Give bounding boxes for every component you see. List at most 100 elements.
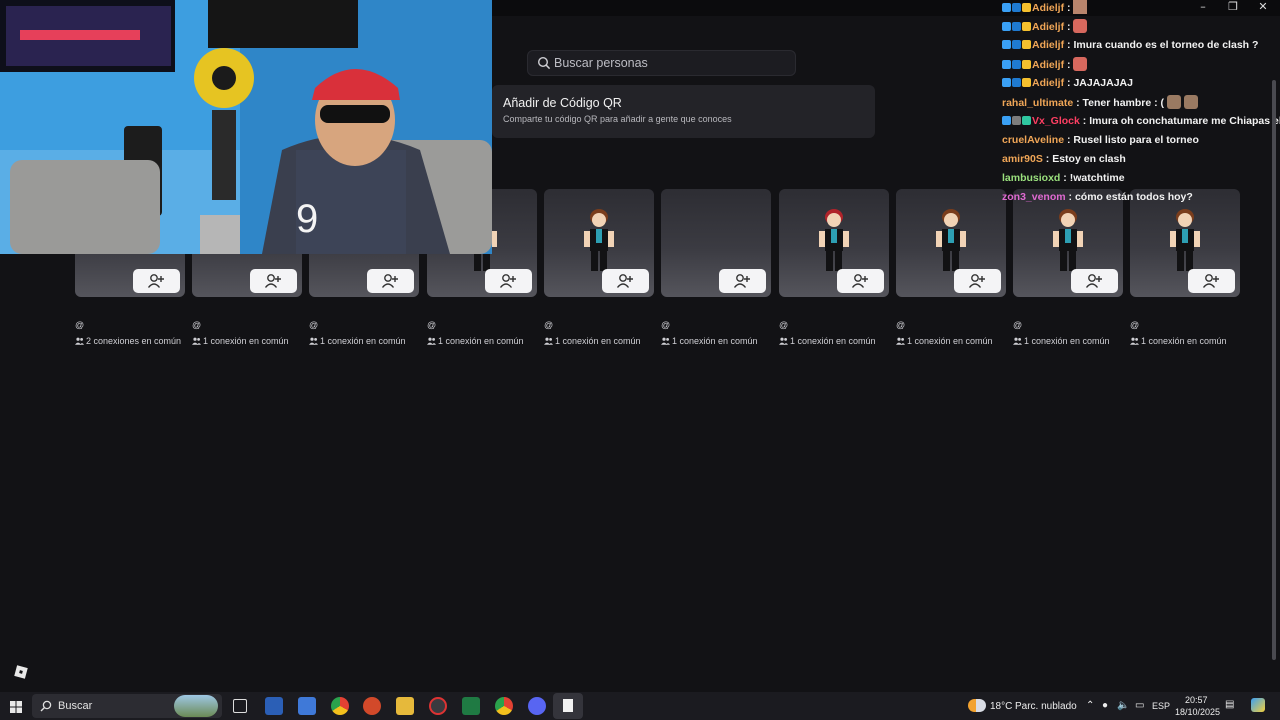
chat-badge-icon (1002, 60, 1011, 69)
roblox-logo-icon[interactable] (14, 665, 28, 679)
chat-username[interactable]: Adieljf (1032, 59, 1064, 71)
add-friend-button[interactable] (133, 269, 180, 293)
battery-icon[interactable]: ▭ (1135, 700, 1144, 711)
mutual-connections: 1 conexión en común (779, 336, 876, 346)
add-user-icon (616, 274, 633, 288)
volume-icon[interactable]: 🔈 (1117, 700, 1129, 711)
person-handle[interactable]: @ (309, 320, 318, 330)
chat-username[interactable]: Vx_Glock (1032, 115, 1080, 127)
chat-username[interactable]: Adieljf (1032, 77, 1064, 89)
person-card[interactable] (1013, 189, 1123, 297)
person-handle[interactable]: @ (1013, 320, 1022, 330)
chat-text: !watchtime (1069, 172, 1125, 184)
speedometer-app-icon[interactable] (429, 697, 447, 715)
chat-username[interactable]: lambusioxd (1002, 172, 1060, 184)
chat-badge-icon (1022, 78, 1031, 87)
weather-icon (968, 699, 986, 712)
add-friend-button[interactable] (954, 269, 1001, 293)
person-card[interactable] (896, 189, 1006, 297)
powerpoint-icon[interactable] (363, 697, 381, 715)
chat-message: Adieljf : JAJAJAJAJ (1002, 76, 1133, 94)
search-icon (537, 56, 551, 70)
avatar (936, 209, 966, 271)
tray-chevron-up-icon[interactable]: ⌃ (1086, 700, 1094, 711)
person-handle[interactable]: @ (427, 320, 436, 330)
search-input[interactable]: Buscar personas (527, 50, 796, 76)
add-friend-button[interactable] (1071, 269, 1118, 293)
person-handle[interactable]: @ (896, 320, 905, 330)
add-friend-button[interactable] (367, 269, 414, 293)
person-card[interactable] (661, 189, 771, 297)
chat-message: Adieljf : Imura cuando es el torneo de c… (1002, 38, 1258, 56)
chrome-icon[interactable] (331, 697, 349, 715)
add-user-icon (381, 274, 398, 288)
chat-username[interactable]: rahal_ultimate (1002, 97, 1073, 109)
avatar (1053, 209, 1083, 271)
chat-username[interactable]: Adieljf (1032, 2, 1064, 14)
chat-username[interactable]: Adieljf (1032, 21, 1064, 33)
file-explorer-icon[interactable] (396, 697, 414, 715)
person-handle[interactable]: @ (75, 320, 84, 330)
widgets-icon[interactable] (1251, 698, 1265, 712)
clock-date[interactable]: 18/10/2025 (1175, 707, 1220, 717)
avatar (584, 209, 614, 271)
qr-add-card[interactable]: Añadir de Código QR Comparte tu código Q… (492, 85, 875, 138)
mutual-connections: 1 conexión en común (896, 336, 993, 346)
add-user-icon (968, 274, 985, 288)
people-icon (1013, 337, 1022, 345)
task-view-icon[interactable] (233, 699, 247, 713)
windows-start-icon[interactable] (10, 700, 22, 713)
person-card[interactable] (1130, 189, 1240, 297)
add-friend-button[interactable] (250, 269, 297, 293)
people-icon (896, 337, 905, 345)
qr-title: Añadir de Código QR (503, 96, 622, 110)
word-icon[interactable] (265, 697, 283, 715)
chat-separator: : (1073, 97, 1083, 109)
add-friend-button[interactable] (485, 269, 532, 293)
add-friend-button[interactable] (1188, 269, 1235, 293)
emote-icon (1166, 95, 1181, 109)
chat-badge-icon (1012, 22, 1021, 31)
chat-badge-icon (1012, 60, 1021, 69)
svg-text:9: 9 (296, 197, 318, 241)
chat-badge-icon (1022, 40, 1031, 49)
mutual-text: 1 conexión en común (907, 336, 993, 346)
notifications-icon[interactable]: ▤ (1225, 699, 1234, 710)
chrome-profile-icon[interactable] (495, 697, 513, 715)
chat-username[interactable]: zon3_venom (1002, 191, 1066, 203)
language-indicator[interactable]: ESP (1152, 701, 1170, 711)
active-app-highlight[interactable] (553, 693, 583, 719)
chat-badge-icon (1002, 116, 1011, 125)
chat-badge-icon (1002, 22, 1011, 31)
chat-username[interactable]: cruelAveline (1002, 134, 1064, 146)
person-handle[interactable]: @ (1130, 320, 1139, 330)
add-friend-button[interactable] (837, 269, 884, 293)
discord-icon[interactable] (528, 697, 546, 715)
chat-username[interactable]: amir90S (1002, 153, 1043, 165)
person-card[interactable] (544, 189, 654, 297)
mutual-text: 1 conexión en común (203, 336, 289, 346)
clock-time[interactable]: 20:57 (1185, 695, 1208, 705)
search-highlight-image (174, 695, 218, 717)
avatar (1170, 209, 1200, 271)
taskbar-search[interactable]: Buscar (32, 694, 222, 718)
person-card[interactable] (779, 189, 889, 297)
add-user-icon (499, 274, 516, 288)
add-user-icon (1202, 274, 1219, 288)
add-friend-button[interactable] (602, 269, 649, 293)
chat-text: Imura cuando es el torneo de clash ? (1073, 39, 1259, 51)
person-handle[interactable]: @ (192, 320, 201, 330)
chat-message: lambusioxd : !watchtime (1002, 171, 1125, 189)
microphone-icon[interactable]: ● (1102, 700, 1108, 711)
scrollbar[interactable] (1272, 80, 1276, 660)
store-icon[interactable] (298, 697, 316, 715)
add-friend-button[interactable] (719, 269, 766, 293)
person-handle[interactable]: @ (661, 320, 670, 330)
search-icon (40, 700, 52, 712)
search-placeholder: Buscar personas (554, 56, 648, 70)
chat-badge-icon (1012, 3, 1021, 12)
chat-username[interactable]: Adieljf (1032, 39, 1064, 51)
person-handle[interactable]: @ (779, 320, 788, 330)
person-handle[interactable]: @ (544, 320, 553, 330)
excel-icon[interactable] (462, 697, 480, 715)
